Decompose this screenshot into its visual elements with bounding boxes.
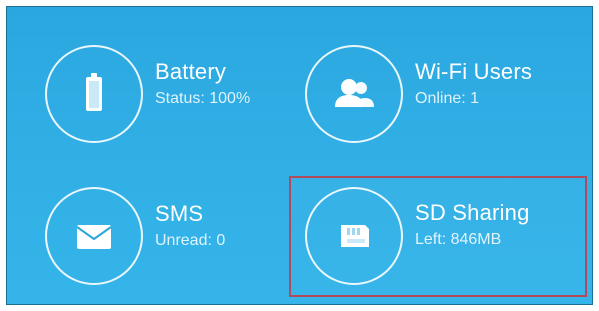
- wifi-users-title: Wi-Fi Users: [415, 59, 533, 84]
- wifi-users-icon-circle: [305, 45, 403, 143]
- battery-status: Status: 100%: [155, 90, 251, 107]
- sd-sharing-tile[interactable]: SD Sharing Left: 846MB: [289, 176, 587, 297]
- sms-unread: Unread: 0: [155, 232, 226, 249]
- users-icon: [327, 67, 381, 121]
- envelope-icon: [67, 209, 121, 263]
- sms-icon-circle: [45, 187, 143, 285]
- sd-sharing-icon-circle: [305, 187, 403, 285]
- battery-tile[interactable]: Battery Status: 100%: [45, 45, 315, 155]
- battery-icon-circle: [45, 45, 143, 143]
- sms-title: SMS: [155, 201, 204, 226]
- sd-sharing-title: SD Sharing: [415, 200, 530, 225]
- battery-title: Battery: [155, 59, 227, 84]
- sd-card-icon: [327, 209, 381, 263]
- wifi-users-tile[interactable]: Wi-Fi Users Online: 1: [305, 45, 575, 155]
- device-status-panel: Battery Status: 100% Wi-Fi Users Online:…: [6, 6, 593, 305]
- battery-icon: [67, 67, 121, 121]
- sd-sharing-left: Left: 846MB: [415, 231, 502, 248]
- sms-tile[interactable]: SMS Unread: 0: [45, 187, 315, 297]
- wifi-users-online: Online: 1: [415, 90, 480, 107]
